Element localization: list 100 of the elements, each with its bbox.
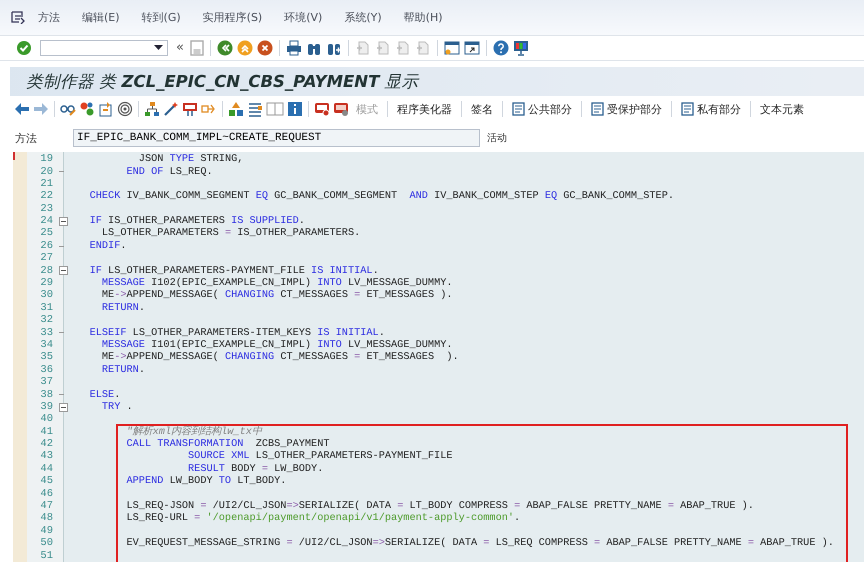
menu-item[interactable]: 系统(Y): [344, 10, 382, 25]
code-line: MESSAGE I101(EPIC_EXAMPLE_CN_IMPL) INTO LV_MESSAGE_DUMMY.: [100, 338, 453, 352]
toolbar-button[interactable]: 程序美化器: [393, 102, 456, 117]
line-number: 45: [39, 475, 53, 488]
collapse-icon[interactable]: [59, 402, 68, 412]
collapse-icon[interactable]: [59, 266, 68, 276]
toolbar-button[interactable]: 公共部分: [508, 102, 576, 117]
code-line: APPEND LW_BODY TO LT_BODY.: [126, 475, 286, 488]
hierarchy-icon[interactable]: [144, 101, 160, 118]
check-icon[interactable]: [16, 40, 32, 56]
dropdown-icon: [154, 44, 163, 51]
toolbar-button[interactable]: 私有部分: [677, 102, 745, 117]
toolbar-button[interactable]: 签名: [467, 102, 497, 117]
code-line: LS_REQ-URL = '/openapi/payment/openapi/v1/payment-apply-common'.: [126, 512, 520, 525]
screen-off-icon[interactable]: [333, 101, 349, 118]
line-number: 32: [39, 314, 53, 327]
info-icon[interactable]: [287, 101, 303, 118]
objects-icon[interactable]: [79, 101, 95, 118]
code-line: RETURN.: [100, 302, 145, 314]
menu-item[interactable]: 方法: [38, 10, 60, 25]
tree-icon[interactable]: [228, 101, 244, 118]
line-number: 46: [39, 488, 53, 500]
toolbar-button[interactable]: 受保护部分: [587, 102, 666, 117]
collapse-icon[interactable]: [59, 216, 68, 226]
line-number: 24: [39, 215, 53, 228]
line-number: 22: [39, 190, 53, 203]
code-line: EV_REQUEST_MESSAGE_STRING = /UI2/CL_JSON=>SERIALIZE( DATA = LS_REQ COMPRESS = ABAP_FALSE PRETTY_NAME = ABAP_TRUE ).: [126, 537, 834, 550]
line-number: 25: [39, 227, 53, 240]
code-line: IF IS_OTHER_PARAMETERS IS SUPPLIED.: [88, 215, 305, 228]
code-line: END OF LS_REQ.: [126, 166, 213, 178]
window-title: 类制作器 类 ZCL_EPIC_CN_CBS_PAYMENT 显示: [26, 70, 419, 93]
code-line: SOURCE XML LS_OTHER_PARAMETERS-PAYMENT_FILE: [187, 450, 453, 463]
line-number: 49: [39, 524, 53, 538]
line-number: 43: [39, 450, 53, 463]
line-number: 41: [39, 426, 53, 438]
menu-item[interactable]: 环境(V): [284, 10, 322, 25]
line-number: 48: [39, 512, 53, 525]
line-number: 51: [39, 550, 53, 562]
section-icon: [591, 102, 605, 116]
code-line: "解析xml内容到结构lw_tx中: [126, 426, 262, 438]
line-number: 37: [39, 376, 53, 389]
help-icon[interactable]: [492, 40, 509, 56]
line-number: 23: [39, 202, 53, 216]
collapse-button[interactable]: «: [176, 40, 184, 56]
section-icon: [681, 102, 695, 116]
code-line: RETURN.: [100, 364, 145, 376]
list-icon[interactable]: [247, 101, 263, 118]
line-number: 27: [39, 252, 53, 265]
menu-item[interactable]: 实用程序(S): [202, 10, 262, 25]
code-line: LS_REQ-JSON = /UI2/CL_JSON=>SERIALIZE( DATA = LT_BODY COMPRESS = ABAP_FALSE PRETTY_NAME = ABAP_TRUE ).: [126, 500, 754, 512]
code-line: ME->APPEND_MESSAGE( CHANGING CT_MESSAGES = ET_MESSAGES ).: [100, 351, 459, 364]
line-number: 33: [39, 326, 53, 339]
line-number: 30: [39, 289, 53, 302]
spiral-icon[interactable]: [117, 101, 133, 118]
new-window-icon[interactable]: [444, 40, 460, 56]
line-number: 20: [39, 166, 53, 178]
stamp-icon[interactable]: [182, 101, 198, 118]
line-number: 26: [39, 240, 53, 252]
code-line: CHECK IV_BANK_COMM_SEGMENT EQ GC_BANK_COMM_SEGMENT AND IV_BANK_COMM_STEP EQ GC_BANK_COMM_STEP.: [88, 190, 674, 203]
line-number: 31: [39, 302, 53, 314]
code-line: TRY .: [100, 400, 133, 414]
status-text: 活动: [487, 132, 507, 146]
line-number: 34: [39, 338, 53, 352]
shortcut-icon[interactable]: [464, 40, 480, 56]
line-number: 42: [39, 438, 53, 450]
code-line: IF LS_OTHER_PARAMETERS-PAYMENT_FILE IS INITIAL.: [88, 264, 379, 278]
line-number: 47: [39, 500, 53, 512]
section-icon: [512, 102, 526, 116]
code-line: LS_OTHER_PARAMETERS = IS_OTHER_PARAMETERS.: [100, 227, 360, 240]
menu-icon[interactable]: [10, 10, 26, 24]
menu-item[interactable]: 转到(G): [142, 10, 181, 25]
monitor-icon[interactable]: [512, 40, 529, 56]
line-number: 21: [39, 178, 53, 190]
screen-alert-icon[interactable]: [314, 101, 330, 118]
line-number: 28: [39, 264, 53, 278]
toolbar-button[interactable]: 文本元素: [756, 102, 808, 117]
line-number: 40: [39, 413, 53, 426]
method-label: 方法: [14, 130, 38, 146]
code-line: RESULT BODY = LW_BODY.: [187, 462, 324, 476]
panel-icon[interactable]: [266, 102, 284, 116]
line-number: 39: [39, 400, 53, 414]
code-line: ELSE.: [88, 388, 120, 401]
activate-icon[interactable]: [98, 101, 114, 118]
code-line: MESSAGE I102(EPIC_EXAMPLE_CN_IMPL) INTO LV_MESSAGE_DUMMY.: [100, 277, 453, 290]
line-number: 50: [39, 537, 53, 550]
line-number: 38: [39, 388, 53, 401]
line-number: 29: [39, 277, 53, 290]
menu-item[interactable]: 帮助(H): [404, 10, 443, 25]
code-line: ELSEIF LS_OTHER_PARAMETERS-ITEM_KEYS IS INITIAL.: [88, 326, 385, 339]
print-icon[interactable]: [286, 40, 302, 56]
line-number: 36: [39, 364, 53, 376]
command-field[interactable]: [40, 40, 168, 56]
cancel-icon[interactable]: [256, 40, 273, 56]
back-arrow-icon[interactable]: [14, 102, 30, 116]
back-icon[interactable]: [216, 40, 233, 56]
menu-item[interactable]: 编辑(E): [82, 10, 120, 25]
line-number: 44: [39, 462, 53, 476]
code-line: CALL TRANSFORMATION ZCBS_PAYMENT: [126, 438, 330, 450]
wand-icon[interactable]: [163, 101, 179, 118]
method-field[interactable]: IF_EPIC_BANK_COMM_IMPL~CREATE_REQUEST: [73, 129, 480, 148]
